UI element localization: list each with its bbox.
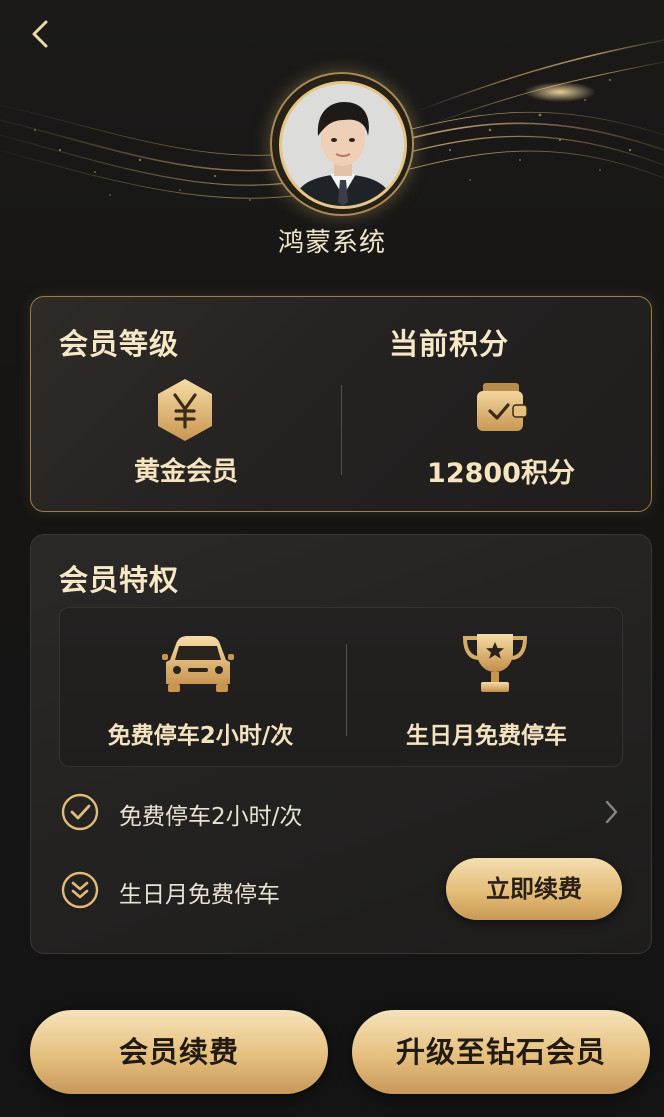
privileges-card: 会员特权 免费停车2小时/次 生日月免费停车 免费停车2小时/次 生日月免费停车… <box>30 534 652 954</box>
feature-card-parking[interactable]: 免费停车2小时/次 <box>60 608 341 766</box>
avatar-frame <box>270 72 414 216</box>
person-portrait-icon <box>282 84 404 206</box>
yen-hexagon-icon <box>158 379 212 441</box>
points-title: 当前积分 <box>389 327 510 361</box>
list-item-parking[interactable]: 免费停车2小时/次 <box>59 787 621 837</box>
renew-now-button[interactable]: 立即续费 <box>446 858 622 920</box>
feature-label-birthday: 生日月免费停车 <box>406 723 567 749</box>
double-chevron-down-circle-icon <box>61 871 99 909</box>
feature-label-parking: 免费停车2小时/次 <box>107 723 294 749</box>
feature-card-birthday[interactable]: 生日月免费停车 <box>351 608 622 766</box>
renew-membership-button[interactable]: 会员续费 <box>30 1010 328 1094</box>
membership-page: 鸿蒙系统 会员等级 当前积分 黄金会员 12800积分 会员特权 免费停车2小时… <box>0 0 664 1117</box>
avatar[interactable] <box>279 81 407 209</box>
trophy-icon <box>462 634 528 692</box>
back-button[interactable] <box>20 14 60 54</box>
chevron-left-icon <box>32 20 48 48</box>
privileges-feature-box: 免费停车2小时/次 生日月免费停车 <box>59 607 623 767</box>
username: 鸿蒙系统 <box>277 228 386 258</box>
points-value: 12800积分 <box>427 458 575 489</box>
privileges-title: 会员特权 <box>59 563 180 597</box>
card-divider <box>341 385 342 475</box>
list-item-birthday[interactable]: 生日月免费停车 <box>59 865 439 915</box>
list-item-birthday-label: 生日月免费停车 <box>119 882 280 908</box>
list-item-parking-label: 免费停车2小时/次 <box>119 804 303 830</box>
upgrade-diamond-button[interactable]: 升级至钻石会员 <box>352 1010 650 1094</box>
membership-summary-card: 会员等级 当前积分 黄金会员 12800积分 <box>30 296 652 512</box>
check-circle-icon <box>61 793 99 831</box>
level-value: 黄金会员 <box>133 457 238 487</box>
chevron-right-icon <box>605 800 618 824</box>
car-icon <box>162 636 234 692</box>
feature-divider <box>346 644 347 736</box>
level-title: 会员等级 <box>59 327 180 361</box>
wallet-check-icon <box>477 383 528 431</box>
